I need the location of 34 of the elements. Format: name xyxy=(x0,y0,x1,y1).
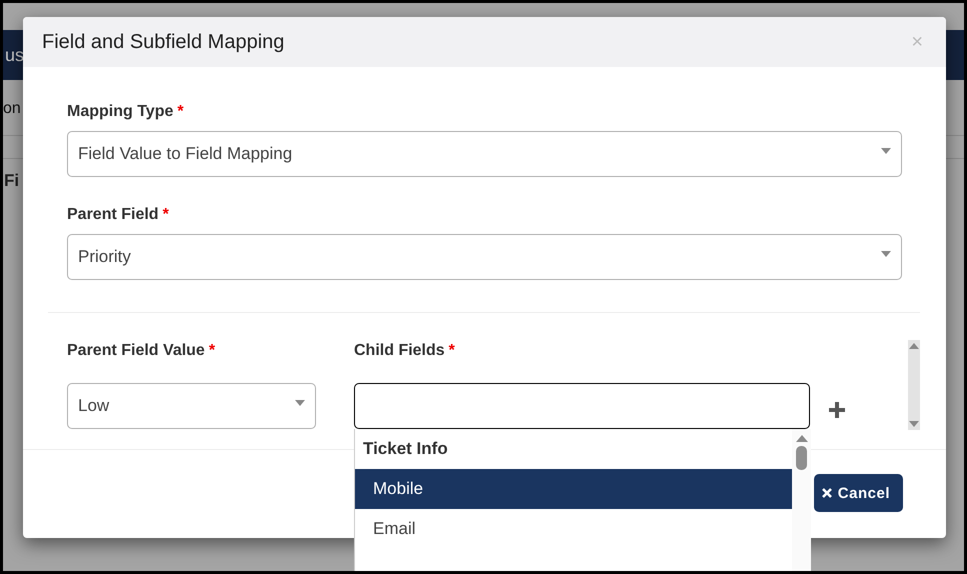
scroll-down-icon[interactable] xyxy=(909,420,919,428)
page-text: on xyxy=(3,100,21,118)
group-label: Ticket Info xyxy=(362,438,449,460)
required-mark: * xyxy=(177,103,184,121)
scrollbar[interactable] xyxy=(908,340,920,430)
select-value: Field Value to Field Mapping xyxy=(78,144,292,164)
field-label: Mapping Type xyxy=(67,103,174,121)
caret-icon xyxy=(881,148,891,154)
field-label: Child Fields xyxy=(354,342,445,360)
required-mark: * xyxy=(208,342,216,360)
plus-icon[interactable] xyxy=(828,401,846,419)
select-value: Priority xyxy=(78,247,131,267)
select-value: Low xyxy=(78,396,110,416)
required-mark: * xyxy=(162,206,169,224)
scroll-thumb[interactable] xyxy=(796,446,807,470)
field-label: Parent Field xyxy=(67,206,159,224)
select-field[interactable]: Priority xyxy=(67,234,902,280)
scrollbar[interactable] xyxy=(792,429,811,571)
dialog-title: Field and Subfield Mapping xyxy=(42,30,284,54)
select-field[interactable]: Field Value to Field Mapping xyxy=(67,131,902,177)
input-field[interactable] xyxy=(354,383,810,429)
field-label: Parent Field Value xyxy=(67,342,205,360)
section-heading: Fi xyxy=(3,171,20,191)
select-field[interactable]: Low xyxy=(67,383,316,429)
dropdown-option[interactable]: Email xyxy=(355,509,792,549)
caret-icon xyxy=(881,251,891,257)
scroll-up-icon[interactable] xyxy=(796,433,808,443)
close-icon xyxy=(822,488,832,498)
scroll-up-icon[interactable] xyxy=(909,342,919,350)
required-mark: * xyxy=(448,342,455,360)
page-header-text: us xyxy=(4,44,24,66)
caret-icon xyxy=(295,400,305,406)
cancel-button[interactable]: Cancel xyxy=(814,474,903,512)
dropdown-option[interactable]: Mobile xyxy=(355,469,792,509)
